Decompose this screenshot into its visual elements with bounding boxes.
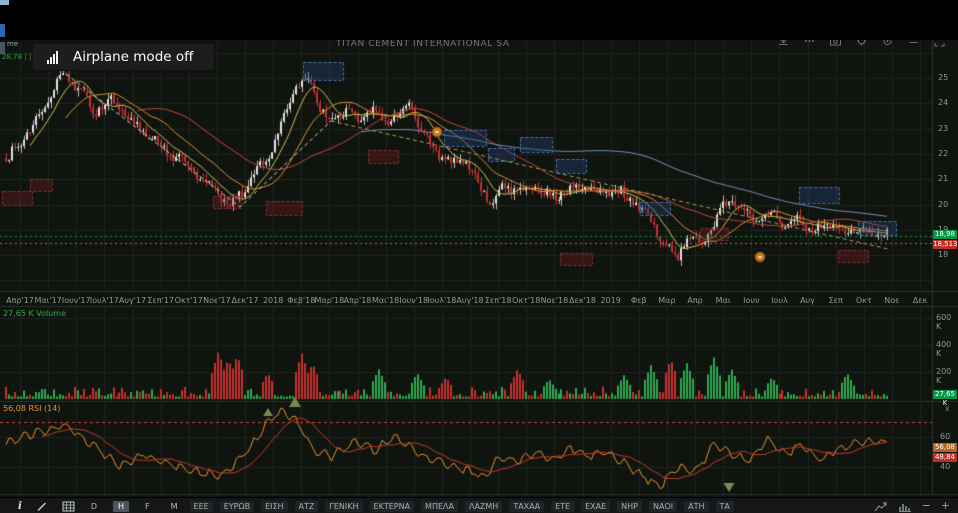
ohlc-legend-fragment: 28,78 | | [2, 53, 31, 61]
top-black-bar [0, 0, 958, 40]
ticker-button-ΕΧΑΕ[interactable]: ΕΧΑΕ [581, 501, 610, 512]
ticker-button-ΑΤΖ[interactable]: ΑΤΖ [295, 501, 319, 512]
x-axis-label: Ιουλ [771, 296, 788, 305]
price-tick: 25 [938, 73, 948, 82]
draw-pencil-icon[interactable] [36, 501, 48, 512]
x-axis-label: Οκτ'18 [512, 296, 540, 305]
x-axis-label: Δεκ'18 [569, 296, 596, 305]
x-axis-label: Ιουλ'18 [427, 296, 456, 305]
price-tick: 22 [938, 149, 948, 158]
x-axis-label: Σεπ'17 [147, 296, 174, 305]
x-axis-label: Ιουλ'17 [90, 296, 119, 305]
toast-text: Airplane mode off [73, 49, 193, 65]
x-axis-label: Νοε [884, 296, 899, 305]
alert-price-badge: 18,513 [933, 240, 957, 249]
ticker-button-ΕΕΕ[interactable]: ΕΕΕ [190, 501, 213, 512]
x-axis-label: Μαρ'18 [315, 296, 345, 305]
x-axis-label: Απρ'17 [6, 296, 34, 305]
airplane-mode-toast[interactable]: Airplane mode off [33, 44, 214, 70]
ticker-button-ΕΥΡΩΒ[interactable]: ΕΥΡΩΒ [220, 501, 254, 512]
rsi-tick: 60 [940, 432, 950, 441]
x-axis-label: Φεβ'18 [287, 296, 315, 305]
x-axis-label: Νοε'17 [203, 296, 231, 305]
ticker-button-ΕΚΤΕΡΝΑ[interactable]: ΕΚΤΕΡΝΑ [370, 501, 415, 512]
ticker-group: ΕΕΕ ΕΥΡΩΒ ΕΙΣΗ ΑΤΖ ΓΕΝΙΚΗ ΕΚΤΕΡΝΑ ΜΠΕΛΑ ΛΑΖΜΗ ΤΑ… [183, 501, 734, 512]
price-tick: 24 [938, 98, 948, 107]
ticker-button-ΕΙΣΗ[interactable]: ΕΙΣΗ [261, 501, 287, 512]
x-axis-label: Οκτ'17 [175, 296, 203, 305]
rsi-value-badge: 56,08 [933, 443, 957, 452]
rsi-tick: 40 [940, 462, 950, 471]
x-axis-label: Αυγ'18 [456, 296, 483, 305]
ticker-button-ΛΑΖΜΗ[interactable]: ΛΑΖΜΗ [465, 501, 502, 512]
rsi-legend: 56,08 RSI (14) [3, 404, 60, 413]
x-axis-label: Σεπ'18 [485, 296, 512, 305]
chart-canvas[interactable] [0, 0, 958, 513]
price-tick: 23 [938, 124, 948, 133]
taskbar-fragment-icon [0, 24, 5, 37]
info-icon[interactable]: i [18, 501, 22, 512]
trading-app: me 28,78 | | TITAN CEMENT INTERNATIONAL … [0, 0, 958, 513]
x-axis-label: Μαι [716, 296, 731, 305]
volume-value-badge: 27,65 K [933, 390, 957, 399]
x-axis-label: Νοε'18 [541, 296, 569, 305]
price-tick: 21 [938, 174, 948, 183]
ticker-button-ΤΑ[interactable]: ΤΑ [716, 501, 734, 512]
volume-tick: 400 K [936, 340, 958, 358]
x-axis-label: Δεκ'17 [232, 296, 259, 305]
x-axis-label: Απρ'18 [344, 296, 372, 305]
chart-scale-icon[interactable] [874, 501, 888, 512]
x-axis-label: Φεβ [631, 296, 647, 305]
signal-bars-icon [47, 51, 58, 64]
ticker-button-ΝΑΟΙ[interactable]: ΝΑΟΙ [649, 501, 677, 512]
zoom-in-button[interactable]: + [941, 501, 950, 511]
x-axis-label: Ιουν'18 [399, 296, 428, 305]
x-axis-label: Αυγ'17 [119, 296, 146, 305]
x-axis-label: Σεπ [829, 296, 843, 305]
grid-layout-icon[interactable] [62, 501, 75, 512]
ticker-button-ΑΤΗ[interactable]: ΑΤΗ [684, 501, 708, 512]
x-axis-label: Ιουν'17 [62, 296, 91, 305]
volume-legend: 27,65 K Volume [3, 309, 66, 318]
timeframe-button-D[interactable]: D [86, 501, 102, 512]
x-axis-label: Απρ [687, 296, 702, 305]
x-axis-label: Μαι'17 [34, 296, 61, 305]
x-axis-label: Αυγ [800, 296, 815, 305]
x-axis-label: 2018 [263, 296, 283, 305]
window-fragment-icon [0, 0, 9, 5]
bar-chart-icon[interactable] [898, 501, 912, 512]
x-axis-label: Μαι'18 [372, 296, 399, 305]
x-axis-label: Δεκ [913, 296, 928, 305]
ticker-button-ΕΤΕ[interactable]: ΕΤΕ [551, 501, 574, 512]
x-axis-label: Ιουν [743, 296, 759, 305]
zoom-out-button[interactable]: − [922, 501, 931, 511]
timeframe-button-M[interactable]: M [166, 501, 183, 512]
last-price-badge: 18,98 [933, 230, 957, 239]
price-tick: 18 [938, 250, 948, 259]
x-axis-label: Οκτ [856, 296, 872, 305]
volume-tick: 600 K [936, 313, 958, 331]
rsi-ma-value-badge: 48,84 [933, 453, 957, 462]
volume-tick: 200 K [936, 367, 958, 385]
bottom-toolbar: i DHFM ΕΕΕ ΕΥΡΩΒ ΕΙΣΗ ΑΤΖ ΓΕΝΙΚΗ ΕΚΤΕΡΝΑ ΜΠΕΛΑ… [0, 497, 958, 513]
x-axis-label: Μαρ [658, 296, 675, 305]
chart-symbol-title: TITAN CEMENT INTERNATIONAL SA [336, 39, 510, 49]
ticker-button-ΓΕΝΙΚΗ[interactable]: ΓΕΝΙΚΗ [325, 501, 362, 512]
x-axis-label: 2019 [600, 296, 620, 305]
ticker-button-ΜΠΕΛΑ[interactable]: ΜΠΕΛΑ [421, 501, 458, 512]
timeframe-button-H[interactable]: H [113, 501, 129, 512]
clipped-text-fragment: me [7, 40, 18, 48]
ticker-button-ΝΗΡ[interactable]: ΝΗΡ [617, 501, 642, 512]
ticker-button-ΤΑΧΑΑ[interactable]: ΤΑΧΑΑ [509, 501, 544, 512]
timeframe-button-F[interactable]: F [140, 501, 155, 512]
toolbar-right-group: − + [874, 501, 950, 512]
price-tick: 20 [938, 200, 948, 209]
timeframe-group: DHFM [75, 501, 183, 512]
